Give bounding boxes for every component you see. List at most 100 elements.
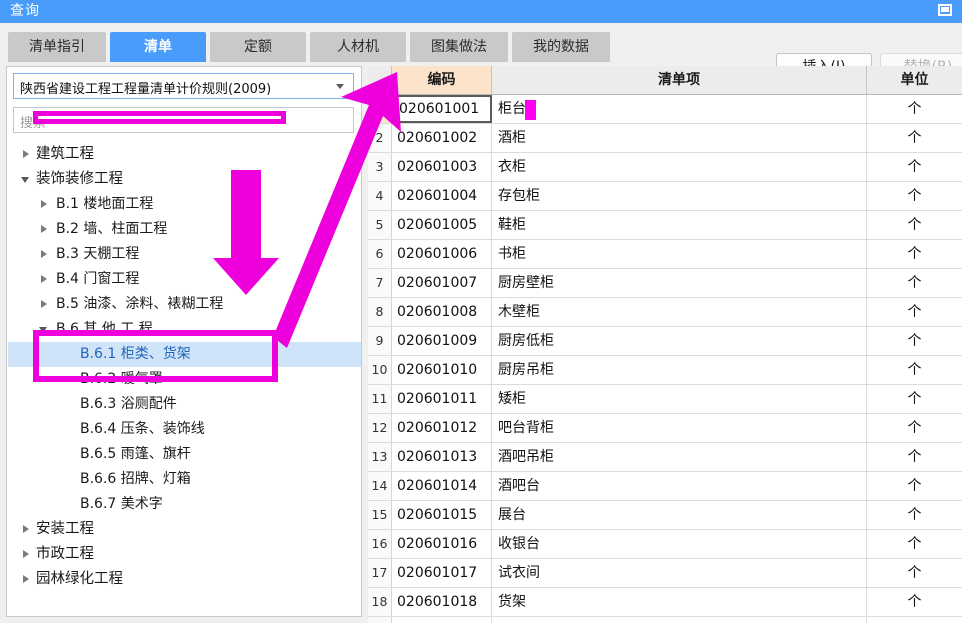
row-name[interactable]: 存包柜 — [492, 182, 867, 210]
tree-item[interactable]: B.6.3 浴厕配件 — [8, 392, 361, 417]
tab-3[interactable]: 定额 — [210, 32, 306, 62]
row-name[interactable]: 收银台 — [492, 530, 867, 558]
tree-item[interactable]: B.6.4 压条、装饰线 — [8, 417, 361, 442]
tab-strip: 清单指引清单定额人材机图集做法我的数据 插入(I) 替换(R) — [0, 23, 962, 82]
row-code[interactable]: 020601016 — [392, 530, 492, 558]
items-grid[interactable]: 编码 清单项 单位 1 020601001 柜台个 2 020601002 酒柜个 3 020… — [368, 66, 962, 623]
table-row[interactable]: 8 020601008 木壁柜 个 — [368, 298, 962, 327]
row-name[interactable]: 厨房壁柜 — [492, 269, 867, 297]
row-code[interactable] — [392, 617, 492, 623]
row-code[interactable]: 020601017 — [392, 559, 492, 587]
table-row[interactable]: 11 020601011 矮柜 个 — [368, 385, 962, 414]
table-row[interactable]: 18 020601018 货架 个 — [368, 588, 962, 617]
row-name[interactable] — [492, 617, 867, 623]
table-row[interactable]: 17 020601017 试衣间 个 — [368, 559, 962, 588]
row-index: 8 — [368, 298, 392, 326]
tree-item[interactable]: B.6.2 暖气罩 — [8, 367, 361, 392]
header-name[interactable]: 清单项 — [492, 66, 867, 94]
row-code[interactable]: 020601013 — [392, 443, 492, 471]
row-code[interactable]: 020601018 — [392, 588, 492, 616]
tree-item[interactable]: 建筑工程 — [8, 142, 361, 167]
row-index: 11 — [368, 385, 392, 413]
table-row[interactable]: 4 020601004 存包柜 个 — [368, 182, 962, 211]
row-code[interactable]: 020601011 — [392, 385, 492, 413]
tree-item[interactable]: 装饰装修工程 — [8, 167, 361, 192]
category-tree[interactable]: 建筑工程 装饰装修工程 B.1 楼地面工程 B.2 墙、柱面工程 B.3 天棚工程 B.4… — [8, 142, 361, 616]
row-name[interactable]: 木壁柜 — [492, 298, 867, 326]
table-row[interactable]: 1 020601001 柜台 个 — [368, 95, 962, 124]
row-index: 18 — [368, 588, 392, 616]
table-row[interactable]: 2 020601002 酒柜 个 — [368, 124, 962, 153]
row-code[interactable]: 020601007 — [392, 269, 492, 297]
table-row[interactable]: 16 020601016 收银台 个 — [368, 530, 962, 559]
chevron-right-icon — [36, 292, 52, 317]
rulebook-select[interactable]: 陕西省建设工程工程量清单计价规则(2009) — [13, 73, 354, 99]
table-row[interactable]: 9 020601009 厨房低柜 个 — [368, 327, 962, 356]
restore-window-icon[interactable] — [936, 3, 954, 19]
table-row[interactable]: 7 020601007 厨房壁柜 个 — [368, 269, 962, 298]
row-code[interactable]: 020601006 — [392, 240, 492, 268]
row-name[interactable]: 柜台 — [492, 95, 867, 123]
table-row[interactable]: 5 020601005 鞋柜 个 — [368, 211, 962, 240]
row-code[interactable]: 020601004 — [392, 182, 492, 210]
grid-header-row: 编码 清单项 单位 — [368, 66, 962, 95]
row-code[interactable]: 020601015 — [392, 501, 492, 529]
row-code[interactable]: 020601012 — [392, 414, 492, 442]
row-unit: 个 — [907, 159, 922, 175]
row-name[interactable]: 酒柜 — [492, 124, 867, 152]
tree-item[interactable]: B.6.5 雨篷、旗杆 — [8, 442, 361, 467]
row-name[interactable]: 矮柜 — [492, 385, 867, 413]
row-code[interactable]: 020601014 — [392, 472, 492, 500]
table-row[interactable]: 19 — [368, 617, 962, 623]
row-name[interactable]: 衣柜 — [492, 153, 867, 181]
table-row[interactable]: 3 020601003 衣柜 个 — [368, 153, 962, 182]
tree-item[interactable]: B.6.7 美术字 — [8, 492, 361, 517]
tree-item[interactable]: B.6 其 他 工 程 — [8, 317, 361, 342]
row-unit: 个 — [907, 507, 922, 523]
tree-item[interactable]: B.2 墙、柱面工程 — [8, 217, 361, 242]
row-code[interactable]: 020601009 — [392, 327, 492, 355]
row-name[interactable]: 书柜 — [492, 240, 867, 268]
tree-item[interactable]: B.1 楼地面工程 — [8, 192, 361, 217]
row-name[interactable]: 吧台背柜 — [492, 414, 867, 442]
row-name[interactable]: 厨房低柜 — [492, 327, 867, 355]
header-unit[interactable]: 单位 — [867, 66, 962, 94]
tab-4[interactable]: 人材机 — [310, 32, 406, 62]
table-row[interactable]: 6 020601006 书柜 个 — [368, 240, 962, 269]
search-input[interactable]: 搜索 — [13, 107, 354, 133]
tab-2[interactable]: 清单 — [110, 32, 206, 62]
table-row[interactable]: 10 020601010 厨房吊柜 个 — [368, 356, 962, 385]
tree-item-label: B.6.3 浴厕配件 — [80, 396, 177, 412]
tree-item[interactable]: B.4 门窗工程 — [8, 267, 361, 292]
table-row[interactable]: 14 020601014 酒吧台 个 — [368, 472, 962, 501]
tree-item[interactable]: B.6.6 招牌、灯箱 — [8, 467, 361, 492]
tree-item[interactable]: 市政工程 — [8, 542, 361, 567]
rulebook-select-value: 陕西省建设工程工程量清单计价规则(2009) — [20, 82, 272, 97]
row-code[interactable]: 020601003 — [392, 153, 492, 181]
row-name[interactable]: 展台 — [492, 501, 867, 529]
tab-5[interactable]: 图集做法 — [410, 32, 508, 62]
table-row[interactable]: 12 020601012 吧台背柜 个 — [368, 414, 962, 443]
table-row[interactable]: 13 020601013 酒吧吊柜 个 — [368, 443, 962, 472]
tab-6[interactable]: 我的数据 — [512, 32, 610, 62]
tree-item[interactable]: B.3 天棚工程 — [8, 242, 361, 267]
row-code[interactable]: 020601005 — [392, 211, 492, 239]
table-row[interactable]: 15 020601015 展台 个 — [368, 501, 962, 530]
row-name[interactable]: 试衣间 — [492, 559, 867, 587]
row-name[interactable]: 厨房吊柜 — [492, 356, 867, 384]
tree-item[interactable]: 安装工程 — [8, 517, 361, 542]
row-name[interactable]: 酒吧吊柜 — [492, 443, 867, 471]
tree-item[interactable]: B.5 油漆、涂料、裱糊工程 — [8, 292, 361, 317]
row-code[interactable]: 020601010 — [392, 356, 492, 384]
header-code[interactable]: 编码 — [392, 66, 492, 94]
tree-item[interactable]: B.6.1 柜类、货架 — [8, 342, 361, 367]
row-name[interactable]: 鞋柜 — [492, 211, 867, 239]
row-code[interactable]: 020601002 — [392, 124, 492, 152]
row-name[interactable]: 酒吧台 — [492, 472, 867, 500]
row-code[interactable]: 020601001 — [392, 95, 492, 123]
row-code[interactable]: 020601008 — [392, 298, 492, 326]
tree-item[interactable]: 园林绿化工程 — [8, 567, 361, 592]
chevron-right-icon — [18, 567, 34, 592]
tab-1[interactable]: 清单指引 — [8, 32, 106, 62]
row-name[interactable]: 货架 — [492, 588, 867, 616]
